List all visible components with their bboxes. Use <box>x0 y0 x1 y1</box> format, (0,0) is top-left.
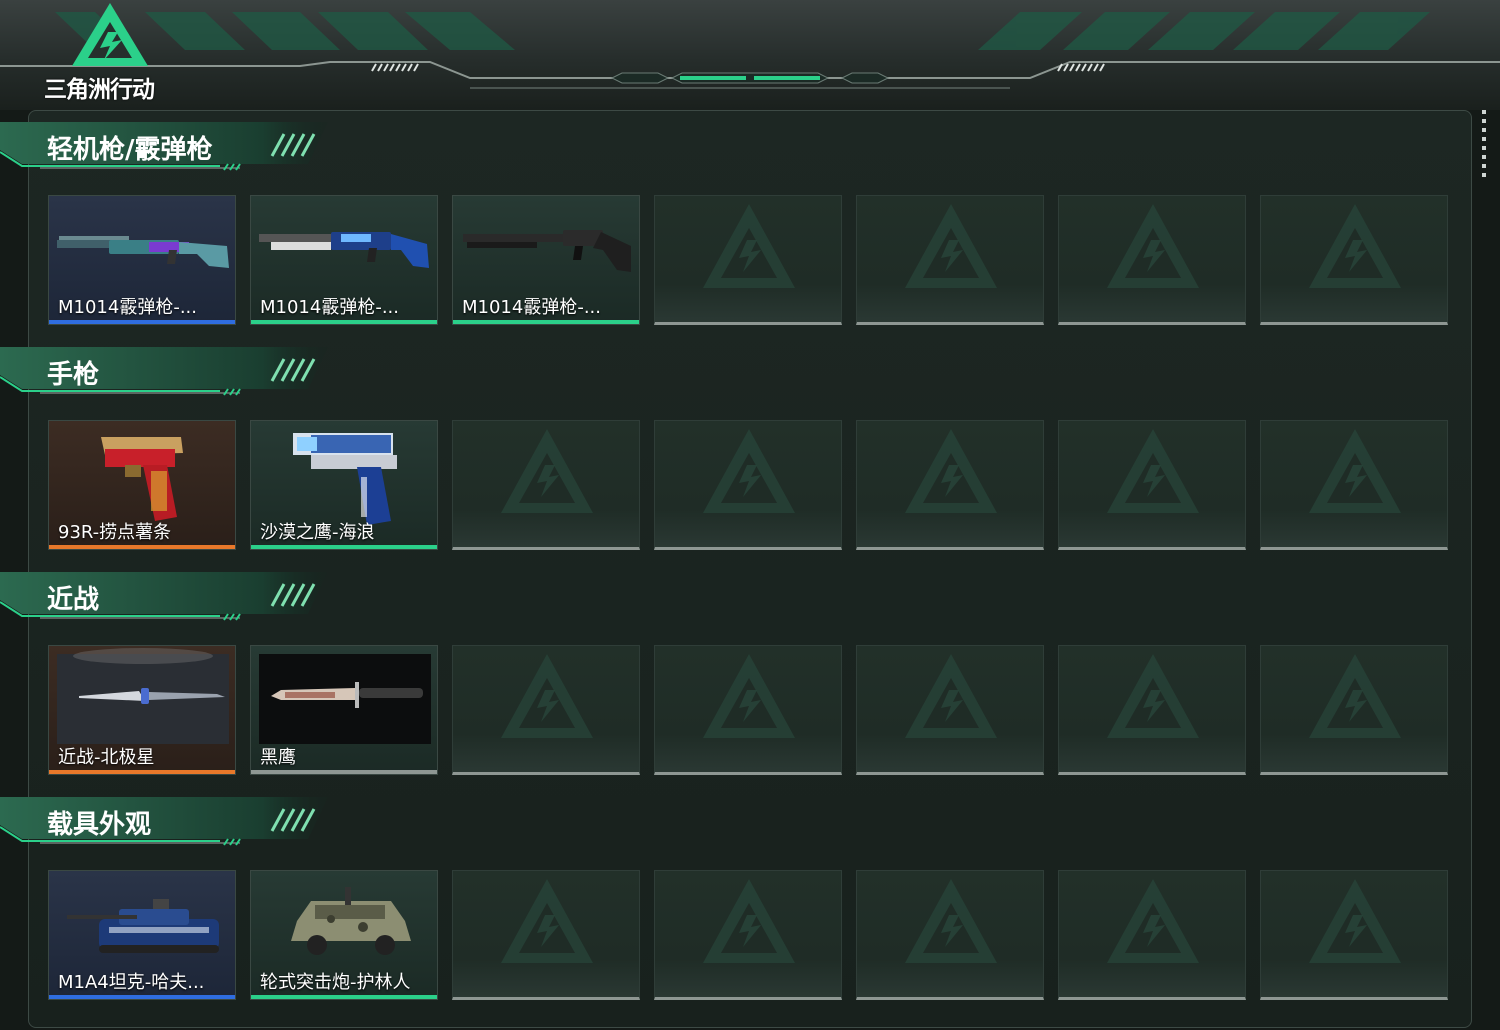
empty-slot[interactable] <box>1058 870 1246 1000</box>
item-row: 近战-北极星 黑鹰 <box>48 645 1450 775</box>
logo-text: 三角洲行动 <box>44 77 155 103</box>
empty-slot-logo-icon <box>703 429 795 513</box>
empty-slot[interactable] <box>1260 870 1448 1000</box>
item-slot[interactable]: 沙漠之鹰-海浪 <box>250 420 438 550</box>
item-slot[interactable]: 黑鹰 <box>250 645 438 775</box>
rarity-bar <box>251 770 437 774</box>
section-header: 轻机枪/霰弹枪 <box>0 120 335 176</box>
item-name: 轮式突击炮-护林人 <box>260 972 411 993</box>
rarity-bar <box>453 320 639 324</box>
empty-slot[interactable] <box>654 645 842 775</box>
empty-slot[interactable] <box>654 870 842 1000</box>
item-name: 93R-捞点薯条 <box>58 522 172 543</box>
item-slot[interactable]: M1014霰弹枪-... <box>250 195 438 325</box>
item-name: M1A4坦克-哈夫... <box>58 972 205 993</box>
shotgun-purple-icon <box>57 236 229 268</box>
empty-slot-logo-icon <box>501 879 593 963</box>
item-slot[interactable]: 近战-北极星 <box>48 645 236 775</box>
item-name: M1014霰弹枪-... <box>260 297 399 318</box>
section-header: 载具外观 <box>0 795 335 851</box>
pistol-red-gold-icon <box>101 437 183 521</box>
rarity-bar <box>49 770 235 774</box>
empty-slot[interactable] <box>654 195 842 325</box>
empty-slot[interactable] <box>452 420 640 550</box>
item-slot[interactable]: 轮式突击炮-护林人 <box>250 870 438 1000</box>
empty-slot[interactable] <box>856 870 1044 1000</box>
rarity-bar <box>251 995 437 999</box>
empty-slot[interactable] <box>654 420 842 550</box>
rarity-bar <box>49 320 235 324</box>
item-slot[interactable]: M1A4坦克-哈夫... <box>48 870 236 1000</box>
header-decoration <box>0 3 1500 89</box>
empty-slot-logo-icon <box>1309 879 1401 963</box>
empty-slot[interactable] <box>1058 195 1246 325</box>
shotgun-black-icon <box>463 230 631 272</box>
empty-slot[interactable] <box>856 645 1044 775</box>
tank-icon <box>67 899 219 953</box>
armored-car-icon <box>291 887 411 955</box>
empty-slot-logo-icon <box>1107 204 1199 288</box>
empty-slot-logo-icon <box>1309 654 1401 738</box>
scrollbar[interactable] <box>1482 110 1486 180</box>
item-name: M1014霰弹枪-... <box>462 297 601 318</box>
empty-slot[interactable] <box>856 195 1044 325</box>
pistol-blue-wave-icon <box>293 433 397 525</box>
empty-slot[interactable] <box>1058 645 1246 775</box>
empty-slot-logo-icon <box>905 429 997 513</box>
item-name: 黑鹰 <box>260 747 296 768</box>
section-header: 近战 <box>0 570 335 626</box>
item-slot[interactable]: 93R-捞点薯条 <box>48 420 236 550</box>
item-name: M1014霰弹枪-... <box>58 297 197 318</box>
rarity-bar <box>49 545 235 549</box>
empty-slot-logo-icon <box>1107 654 1199 738</box>
empty-slot-logo-icon <box>905 654 997 738</box>
section-title: 轻机枪/霰弹枪 <box>47 135 213 165</box>
empty-slot[interactable] <box>452 870 640 1000</box>
empty-slot-logo-icon <box>905 204 997 288</box>
top-header: 三角洲行动 <box>0 0 1500 110</box>
empty-slot-logo-icon <box>703 204 795 288</box>
shotgun-blue-icon <box>259 232 429 268</box>
empty-slot[interactable] <box>856 420 1044 550</box>
item-slot[interactable]: M1014霰弹枪-... <box>452 195 640 325</box>
empty-slot-logo-icon <box>1309 429 1401 513</box>
empty-slot[interactable] <box>1260 195 1448 325</box>
item-row: M1014霰弹枪-... M1014霰弹枪-... M1014霰弹枪-... <box>48 195 1450 325</box>
empty-slot-logo-icon <box>905 879 997 963</box>
empty-slot-logo-icon <box>1107 429 1199 513</box>
knife-camo-icon <box>259 654 431 744</box>
empty-slot-logo-icon <box>703 879 795 963</box>
item-row: 93R-捞点薯条 沙漠之鹰-海浪 <box>48 420 1450 550</box>
item-row: M1A4坦克-哈夫... 轮式突击炮-护林人 <box>48 870 1450 1000</box>
rarity-bar <box>251 545 437 549</box>
empty-slot-logo-icon <box>1309 204 1401 288</box>
section-title: 近战 <box>47 585 100 615</box>
empty-slot-logo-icon <box>1107 879 1199 963</box>
empty-slot-logo-icon <box>703 654 795 738</box>
rarity-bar <box>251 320 437 324</box>
empty-slot-logo-icon <box>501 429 593 513</box>
section-title: 载具外观 <box>47 810 152 840</box>
empty-slot[interactable] <box>1260 645 1448 775</box>
item-name: 近战-北极星 <box>58 747 155 768</box>
rarity-bar <box>49 995 235 999</box>
empty-slot[interactable] <box>1058 420 1246 550</box>
knife-silver-icon <box>57 648 229 744</box>
item-slot[interactable]: M1014霰弹枪-... <box>48 195 236 325</box>
section-header: 手枪 <box>0 345 335 401</box>
item-name: 沙漠之鹰-海浪 <box>260 522 375 543</box>
empty-slot[interactable] <box>452 645 640 775</box>
empty-slot-logo-icon <box>501 654 593 738</box>
section-title: 手枪 <box>47 360 100 390</box>
empty-slot[interactable] <box>1260 420 1448 550</box>
